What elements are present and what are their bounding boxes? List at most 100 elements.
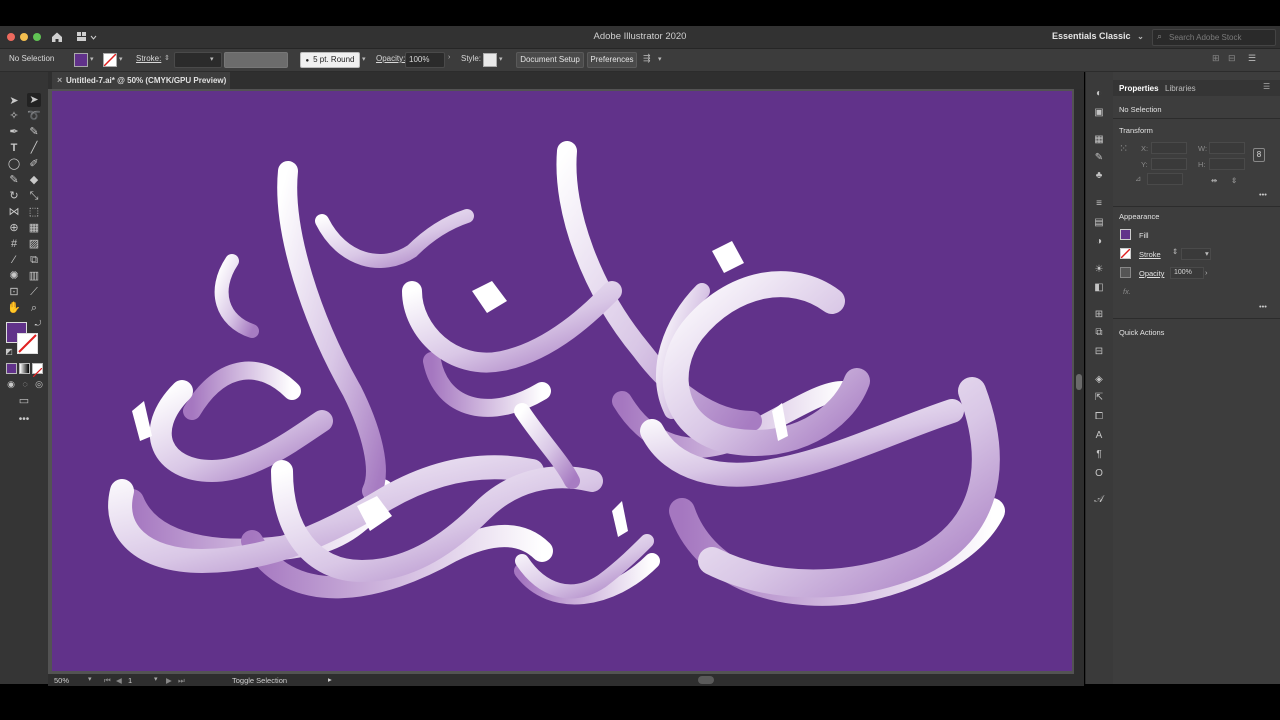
preferences-button[interactable]: Preferences <box>587 52 637 68</box>
pathfinder-icon[interactable]: ⧉ <box>1093 327 1105 339</box>
previous-artboard-icon[interactable]: ◀ <box>116 676 122 685</box>
appearance-fill-swatch[interactable] <box>1120 229 1131 240</box>
stock-search-input[interactable]: ⌕ Search Adobe Stock <box>1152 29 1276 46</box>
pen-tool-icon[interactable]: ✒ <box>7 125 21 139</box>
h-field[interactable] <box>1209 158 1245 170</box>
constrain-proportions-icon[interactable]: 8 <box>1253 148 1265 162</box>
character-icon[interactable]: A <box>1093 430 1105 442</box>
symbol-sprayer-icon[interactable]: ✺ <box>7 269 21 283</box>
gradient-tool-icon[interactable]: ▨ <box>27 237 41 251</box>
flip-vertical-icon[interactable]: ⇳ <box>1231 176 1237 185</box>
color-mode-icon[interactable] <box>6 363 17 374</box>
eyedropper-icon[interactable]: ⁄ <box>7 253 21 267</box>
arrange-icon[interactable]: ⇶ <box>643 53 651 64</box>
appearance-icon[interactable]: ☀ <box>1093 264 1105 276</box>
transform-panel-icon[interactable]: ⊟ <box>1093 346 1105 358</box>
status-menu-icon[interactable]: ▸ <box>328 675 332 684</box>
vertical-scroll-thumb[interactable] <box>1076 374 1082 390</box>
panel-menu-icon[interactable]: ☰ <box>1263 82 1270 91</box>
distribute-icon[interactable]: ⊟ <box>1228 53 1236 64</box>
swatches-icon[interactable]: ▦ <box>1093 134 1105 146</box>
y-field[interactable] <box>1151 158 1187 170</box>
brush-definition[interactable]: ● 5 pt. Round <box>300 52 360 68</box>
chevron-down-icon[interactable]: ▾ <box>210 55 214 63</box>
blend-tool-icon[interactable]: ⧉ <box>27 253 41 267</box>
none-mode-icon[interactable] <box>32 363 43 378</box>
paragraph-icon[interactable]: ¶ <box>1093 449 1105 461</box>
artboard-tool-icon[interactable]: ⊡ <box>7 285 21 299</box>
variable-width-profile[interactable] <box>224 52 288 68</box>
stroke-color-box[interactable] <box>17 333 38 354</box>
graphic-styles-icon[interactable]: ◧ <box>1093 282 1105 294</box>
panel-menu-icon[interactable]: ☰ <box>1248 53 1256 64</box>
scale-tool-icon[interactable]: ⤡ <box>27 189 41 203</box>
perspective-grid-icon[interactable]: ▦ <box>27 221 41 235</box>
opacity-field[interactable]: 100% <box>405 52 445 68</box>
eraser-icon[interactable]: ◆ <box>27 173 41 187</box>
artboard[interactable] <box>52 91 1072 671</box>
zoom-level[interactable]: 50% <box>54 676 69 685</box>
hand-tool-icon[interactable]: ✋ <box>7 301 21 315</box>
column-graph-icon[interactable]: ▥ <box>27 269 41 283</box>
ellipse-tool-icon[interactable]: ◯ <box>7 157 21 171</box>
stepper-icon[interactable]: ⇕ <box>164 54 170 62</box>
reference-point-icon[interactable]: ⁙ <box>1119 142 1128 155</box>
opacity-label[interactable]: Opacity: <box>376 54 405 63</box>
align-icon[interactable]: ⊞ <box>1212 53 1220 64</box>
chevron-down-icon[interactable]: ▾ <box>119 55 123 63</box>
lasso-icon[interactable]: ➰ <box>27 109 41 123</box>
chevron-down-icon[interactable]: ▾ <box>499 55 503 63</box>
line-tool-icon[interactable]: ╱ <box>27 141 41 155</box>
chevron-right-icon[interactable]: › <box>1205 268 1208 277</box>
stroke-swatch[interactable] <box>103 53 117 67</box>
more-options-icon[interactable]: ••• <box>1259 302 1267 311</box>
magic-wand-icon[interactable]: ✧ <box>7 109 21 123</box>
default-colors-icon[interactable]: ◩ <box>2 345 16 359</box>
transparency-icon[interactable]: ◑ <box>1093 236 1105 248</box>
horizontal-scroll-thumb[interactable] <box>698 676 714 684</box>
document-tab[interactable]: × Untitled-7.ai* @ 50% (CMYK/GPU Preview… <box>52 72 230 89</box>
swap-colors-icon[interactable]: ⤾ <box>31 317 45 331</box>
rotate-tool-icon[interactable]: ↻ <box>7 189 21 203</box>
chevron-right-icon[interactable]: › <box>448 54 450 61</box>
width-tool-icon[interactable]: ⋈ <box>7 205 21 219</box>
gradient-mode-icon[interactable] <box>19 363 30 374</box>
appearance-stroke-label[interactable]: Stroke <box>1139 250 1161 259</box>
edit-toolbar-icon[interactable]: ••• <box>17 413 31 427</box>
stepper-icon[interactable]: ⇕ <box>1172 247 1178 256</box>
libraries-icon[interactable]: ▣ <box>1093 107 1105 119</box>
graphic-style-swatch[interactable] <box>483 53 497 67</box>
chevron-down-icon[interactable]: ▾ <box>88 675 92 683</box>
color-panel-icon[interactable]: ◐ <box>1093 88 1105 100</box>
mesh-tool-icon[interactable]: # <box>7 237 21 251</box>
flip-horizontal-icon[interactable]: ⇹ <box>1211 176 1217 185</box>
more-options-icon[interactable]: ••• <box>1259 190 1267 199</box>
asset-export-icon[interactable]: ⇱ <box>1093 392 1105 404</box>
chevron-down-icon[interactable]: ▾ <box>362 55 366 63</box>
next-artboard-icon[interactable]: ▶ <box>166 676 172 685</box>
chevron-down-icon[interactable]: ▾ <box>90 55 94 63</box>
zoom-tool-icon[interactable]: ⌕ <box>27 301 41 315</box>
gradient-panel-icon[interactable]: ▤ <box>1093 217 1105 229</box>
opentype-icon[interactable]: O <box>1093 468 1105 480</box>
direct-selection-tool-icon[interactable]: ➤ <box>27 93 41 107</box>
tab-libraries[interactable]: Libraries <box>1165 84 1196 93</box>
fx-icon[interactable]: fx. <box>1123 287 1131 296</box>
first-artboard-icon[interactable]: ⏮ <box>104 676 111 686</box>
draw-normal-icon[interactable]: ◉ <box>4 377 18 391</box>
chevron-down-icon[interactable]: ▾ <box>658 55 662 63</box>
fill-swatch[interactable] <box>74 53 88 67</box>
selection-tool-icon[interactable]: ➤ <box>7 94 21 108</box>
stroke-panel-icon[interactable]: ≡ <box>1093 198 1105 210</box>
artboard-number[interactable]: 1 <box>128 676 132 685</box>
tab-properties[interactable]: Properties <box>1119 84 1159 93</box>
artboards-panel-icon[interactable]: ⧠ <box>1093 411 1105 423</box>
document-setup-button[interactable]: Document Setup <box>516 52 584 68</box>
appearance-opacity-field[interactable]: 100% <box>1170 267 1204 279</box>
rotate-field[interactable] <box>1147 173 1183 185</box>
curvature-tool-icon[interactable]: ✎ <box>27 125 41 139</box>
stroke-label[interactable]: Stroke: <box>136 54 161 63</box>
glyphs-icon[interactable]: 𝒜 <box>1093 494 1105 506</box>
free-transform-icon[interactable]: ⬚ <box>27 205 41 219</box>
shape-builder-icon[interactable]: ⊕ <box>7 221 21 235</box>
